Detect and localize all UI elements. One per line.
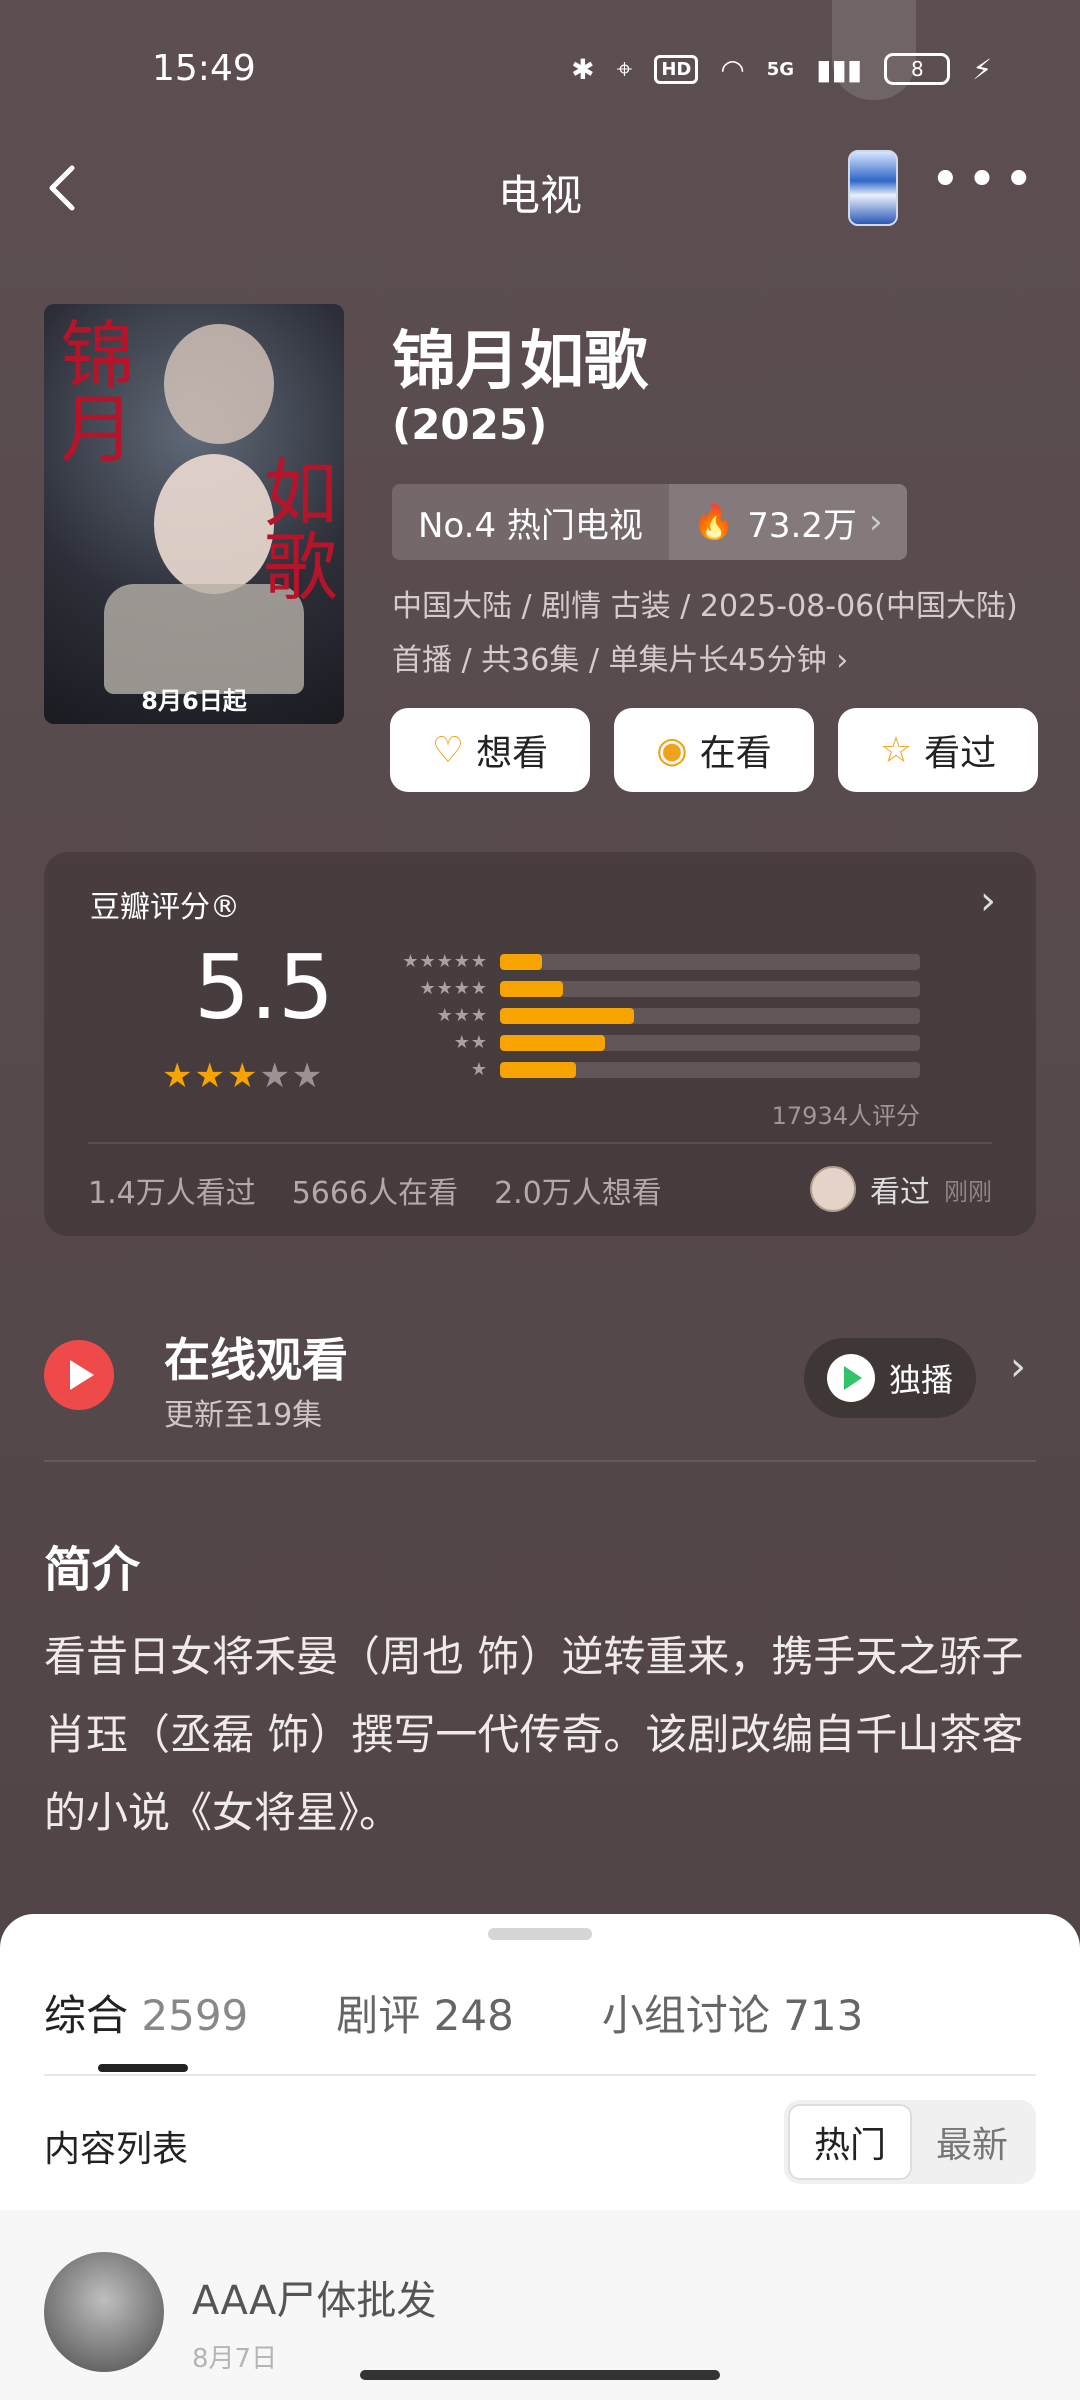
- tab-reviews[interactable]: 剧评 248: [336, 1982, 514, 2043]
- watching-count: 5666人在看: [291, 1176, 459, 1211]
- status-time: 15:49: [152, 48, 256, 89]
- flame-icon: 🔥: [692, 502, 736, 542]
- online-subtitle: 更新至19集: [164, 1398, 323, 1433]
- rating-bar-track: [500, 980, 920, 997]
- rank-badge[interactable]: No.4 热门电视 🔥 73.2万 ›: [392, 484, 907, 560]
- want-count: 2.0万人想看: [494, 1176, 662, 1211]
- friend-time: 刚刚: [944, 1177, 992, 1206]
- charging-icon: ⚡: [972, 52, 992, 86]
- poster-figure-1: [164, 324, 274, 444]
- watched-count: 1.4万人看过: [88, 1176, 256, 1211]
- rating-distribution: ★★★★★ ★★★★ ★★★ ★★ ★: [378, 948, 968, 1083]
- star-level-icon: ★★: [453, 1032, 488, 1053]
- online-title: 在线观看: [164, 1333, 348, 1387]
- show-title: 锦月如歌: [392, 325, 648, 399]
- bluetooth-icon: ✱: [571, 52, 595, 86]
- synopsis-text[interactable]: 看昔日女将禾晏（周也 饰）逆转重来，携手天之骄子肖珏（丞磊 饰）撰写一代传奇。该…: [44, 1618, 1034, 1852]
- more-icon[interactable]: •••: [930, 150, 1040, 210]
- friend-status: 看过: [870, 1175, 930, 1210]
- wifi-icon: ◠: [720, 52, 745, 86]
- rating-bar-1-star: ★: [378, 1056, 968, 1083]
- chevron-right-icon: ›: [980, 878, 996, 924]
- floating-pill: [832, 0, 916, 100]
- poster-title-2: 如歌: [251, 454, 337, 602]
- sort-hot-button[interactable]: 热门: [788, 2104, 912, 2180]
- rating-bar-2-star: ★★: [378, 1029, 968, 1056]
- play-icon: [44, 1340, 114, 1410]
- poster-title-1: 锦月: [48, 316, 134, 464]
- want-button[interactable]: ♡ 想看: [390, 708, 590, 792]
- heat-badge: 🔥 73.2万 ›: [668, 484, 907, 560]
- star-level-icon: ★★★★: [419, 978, 488, 999]
- watched-button[interactable]: ☆ 看过: [838, 708, 1038, 792]
- poster-image[interactable]: 锦月 如歌 8月6日起: [44, 304, 344, 724]
- watching-button[interactable]: ◉ 在看: [614, 708, 814, 792]
- rating-stars: ★★★★★: [162, 1056, 325, 1096]
- heart-plus-icon: ♡: [431, 729, 465, 771]
- show-year: (2025): [392, 400, 548, 449]
- nav-title: 电视: [497, 171, 582, 220]
- network-label: 5G: [766, 58, 795, 80]
- rating-bar-track: [500, 953, 920, 970]
- chevron-right-icon: ›: [868, 502, 883, 542]
- heat-value: 73.2万: [747, 505, 857, 546]
- rating-bar-3-star: ★★★: [378, 1002, 968, 1029]
- target-icon: ◉: [656, 729, 688, 771]
- action-buttons: ♡ 想看 ◉ 在看 ☆ 看过: [390, 708, 1038, 792]
- drag-handle[interactable]: [488, 1928, 592, 1940]
- online-watch-row[interactable]: 在线观看 更新至19集 独播 ›: [44, 1312, 1036, 1462]
- rating-stats: 1.4万人看过 5666人在看 2.0万人想看: [88, 1168, 662, 1212]
- platform-logo-icon: [826, 1354, 875, 1402]
- rating-count: 17934人评分: [771, 1102, 920, 1130]
- tab-group-discussion[interactable]: 小组讨论 713: [602, 1982, 864, 2043]
- rating-bar-fill: [500, 1061, 576, 1078]
- divider: [44, 2074, 1036, 2076]
- poster-date: 8月6日起: [141, 687, 247, 715]
- rating-bar-fill: [500, 953, 542, 970]
- location-icon: ⌖: [616, 52, 633, 85]
- chevron-right-icon: ›: [836, 643, 849, 678]
- bottom-sheet: 综合 2599 剧评 248 小组讨论 713 内容列表 热门 最新 AAA尸体…: [0, 1914, 1080, 2400]
- avatar[interactable]: [44, 2252, 164, 2372]
- rating-bar-track: [500, 1007, 920, 1024]
- sort-new-button[interactable]: 最新: [912, 2104, 1032, 2180]
- rating-card[interactable]: 豆瓣评分® › 5.5 ★★★★★ ★★★★★ ★★★★ ★★★ ★★ ★ 17934人…: [44, 852, 1036, 1236]
- hd-icon: HD: [654, 54, 699, 84]
- divider: [44, 1460, 1036, 1462]
- nav-bar: 电视 •••: [0, 140, 1080, 240]
- home-indicator[interactable]: [360, 2370, 720, 2380]
- star-icon: ☆: [879, 729, 913, 771]
- tab-indicator: [98, 2064, 188, 2072]
- avatar: [810, 1166, 856, 1212]
- friend-activity[interactable]: 看过 刚刚: [810, 1166, 992, 1212]
- platform-badge[interactable]: 独播: [804, 1338, 976, 1418]
- star-level-icon: ★★★★★: [402, 951, 488, 972]
- sort-toggle: 热门 最新: [784, 2100, 1036, 2184]
- rating-score: 5.5: [194, 936, 334, 1039]
- show-meta[interactable]: 中国大陆 / 剧情 古装 / 2025-08-06(中国大陆)首播 / 共36集…: [392, 580, 1032, 688]
- divider: [88, 1142, 992, 1144]
- post-date: 8月7日: [192, 2344, 278, 2374]
- beer-can-icon[interactable]: [848, 150, 898, 226]
- status-bar: 15:49 ✱ ⌖ HD ◠ 5G ▮▮▮ 8 ⚡: [0, 0, 1080, 140]
- sheet-tabs: 综合 2599 剧评 248 小组讨论 713: [44, 1982, 863, 2043]
- content-list-label: 内容列表: [44, 2129, 189, 2170]
- rating-bar-fill: [500, 1007, 635, 1024]
- rank-label: No.4 热门电视: [392, 484, 669, 560]
- star-level-icon: ★: [470, 1059, 488, 1080]
- rating-bar-5-star: ★★★★★: [378, 948, 968, 975]
- rating-bar-track: [500, 1034, 920, 1051]
- tab-overall[interactable]: 综合 2599: [44, 1982, 248, 2043]
- rating-bar-track: [500, 1061, 920, 1078]
- star-level-icon: ★★★: [436, 1005, 488, 1026]
- status-icons: ✱ ⌖ HD ◠ 5G ▮▮▮ 8 ⚡: [571, 52, 992, 86]
- chevron-right-icon: ›: [1010, 1344, 1026, 1390]
- rating-bar-4-star: ★★★★: [378, 975, 968, 1002]
- post-author[interactable]: AAA尸体批发: [192, 2268, 436, 2326]
- rating-bar-fill: [500, 980, 563, 997]
- rating-bar-fill: [500, 1034, 605, 1051]
- rating-label: 豆瓣评分®: [90, 890, 240, 925]
- synopsis-title: 简介: [44, 1542, 141, 1598]
